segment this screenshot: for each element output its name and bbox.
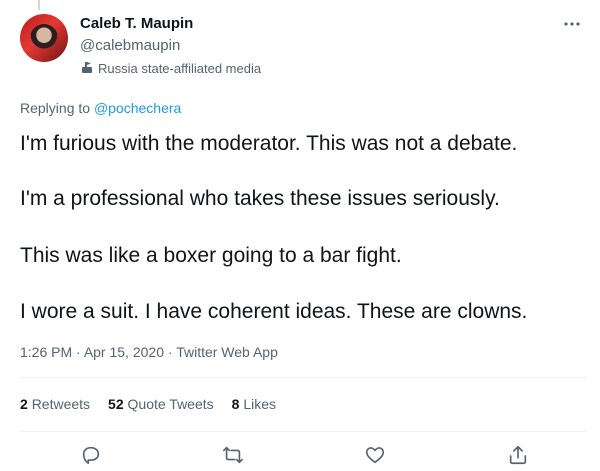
action-bar bbox=[0, 440, 600, 470]
divider bbox=[20, 377, 586, 378]
quote-tweets-label: Quote Tweets bbox=[127, 396, 214, 412]
podium-icon bbox=[80, 60, 94, 77]
tweet-paragraph-1: I'm furious with the moderator. This was… bbox=[20, 132, 518, 155]
share-icon bbox=[507, 445, 529, 470]
reply-to-handle-link[interactable]: @pochechera bbox=[94, 100, 181, 116]
more-icon bbox=[562, 19, 582, 36]
tweet-paragraph-4: I wore a suit. I have coherent ideas. Th… bbox=[20, 300, 528, 323]
tweet-paragraph-2: I'm a professional who takes these issue… bbox=[20, 187, 500, 210]
replying-to: Replying to @pochechera bbox=[20, 100, 181, 116]
share-button[interactable] bbox=[507, 444, 529, 466]
tweet-paragraph-3: This was like a boxer going to a bar fig… bbox=[20, 244, 402, 267]
retweets-count: 2 bbox=[20, 396, 28, 412]
state-media-label[interactable]: Russia state-affiliated media bbox=[80, 60, 261, 77]
quote-tweets-count: 52 bbox=[108, 396, 124, 412]
likes-label: Likes bbox=[243, 396, 277, 412]
divider bbox=[20, 431, 586, 432]
engagement-stats: 2 Retweets 52 Quote Tweets 8 Likes bbox=[20, 396, 276, 412]
more-options-button[interactable] bbox=[562, 16, 582, 32]
reply-icon bbox=[80, 446, 102, 470]
reply-button[interactable] bbox=[80, 444, 102, 466]
tweet-source[interactable]: Twitter Web App bbox=[176, 344, 278, 360]
likes-count: 8 bbox=[231, 396, 240, 412]
avatar[interactable] bbox=[20, 14, 68, 62]
like-button[interactable] bbox=[364, 444, 386, 466]
tweet-meta: 1:26 PM · Apr 15, 2020 · Twitter Web App bbox=[20, 344, 278, 360]
retweets-label: Retweets bbox=[31, 396, 91, 412]
author-name[interactable]: Caleb T. Maupin bbox=[80, 15, 193, 32]
quote-tweets-stat[interactable]: 52 Quote Tweets bbox=[108, 396, 214, 412]
likes-stat[interactable]: 8 Likes bbox=[232, 396, 276, 412]
meta-separator: · bbox=[72, 344, 84, 360]
thread-connector-line bbox=[38, 0, 40, 10]
retweets-stat[interactable]: 2 Retweets bbox=[20, 396, 90, 412]
timestamp-time[interactable]: 1:26 PM bbox=[20, 344, 72, 360]
author-handle[interactable]: @calebmaupin bbox=[80, 37, 180, 54]
replying-to-prefix: Replying to bbox=[20, 100, 94, 116]
like-icon bbox=[364, 447, 386, 470]
state-media-text: Russia state-affiliated media bbox=[98, 61, 262, 76]
retweet-button[interactable] bbox=[222, 444, 244, 466]
retweet-icon bbox=[222, 446, 244, 470]
timestamp-date[interactable]: Apr 15, 2020 bbox=[84, 344, 164, 360]
meta-separator: · bbox=[163, 344, 177, 360]
